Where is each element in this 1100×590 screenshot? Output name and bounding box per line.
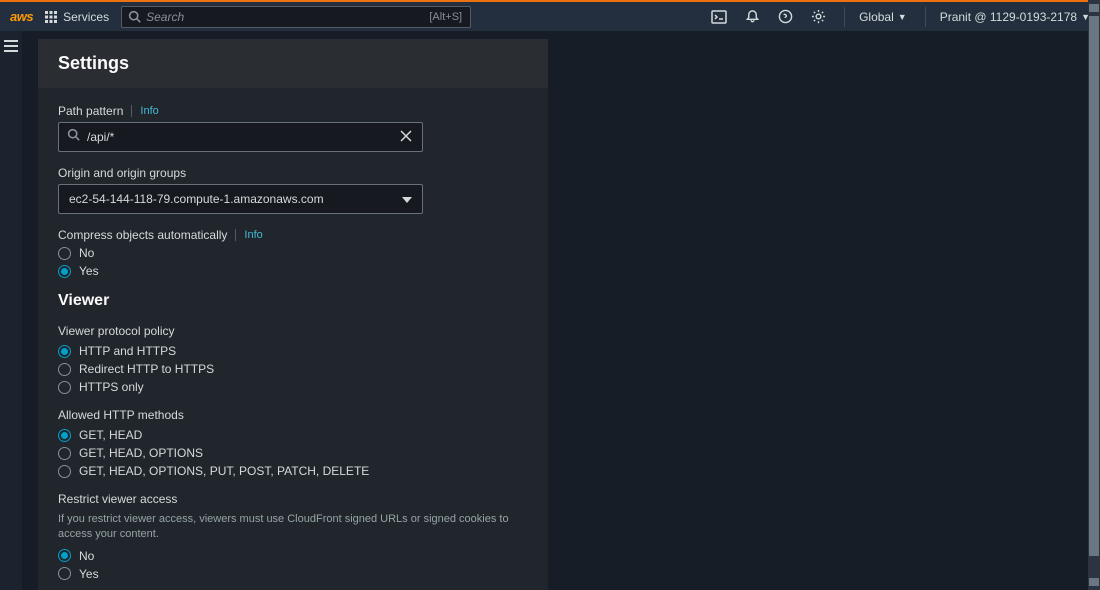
cloudshell-icon[interactable]	[711, 9, 727, 25]
services-label: Services	[63, 10, 109, 24]
methods-all[interactable]: GET, HEAD, OPTIONS, PUT, POST, PATCH, DE…	[58, 464, 528, 478]
scrollbar-arrow-up[interactable]	[1089, 4, 1099, 12]
viewer-protocol-radio-group: HTTP and HTTPS Redirect HTTP to HTTPS HT…	[58, 344, 528, 394]
panel-header: Settings	[38, 39, 548, 88]
hamburger-icon	[4, 39, 18, 590]
caret-down-icon: ▼	[898, 12, 907, 22]
path-pattern-input[interactable]	[59, 123, 390, 151]
scrollbar-arrow-down[interactable]	[1089, 578, 1099, 586]
restrict-yes[interactable]: Yes	[58, 567, 528, 581]
radio-icon	[58, 265, 71, 278]
settings-icon[interactable]	[811, 9, 826, 24]
compress-no[interactable]: No	[58, 246, 528, 260]
search-input[interactable]	[122, 7, 429, 27]
restrict-no[interactable]: No	[58, 549, 528, 563]
account-label: Pranit @ 1129-0193-2178	[940, 10, 1077, 24]
help-icon[interactable]	[778, 9, 793, 24]
services-menu-button[interactable]: Services	[45, 10, 109, 24]
allowed-methods-label: Allowed HTTP methods	[58, 408, 528, 422]
notifications-icon[interactable]	[745, 9, 760, 24]
region-selector[interactable]: Global ▼	[844, 7, 907, 27]
viewer-protocol-label: Viewer protocol policy	[58, 324, 528, 338]
aws-logo[interactable]: aws	[10, 9, 33, 24]
origin-label: Origin and origin groups	[58, 166, 186, 180]
account-selector[interactable]: Pranit @ 1129-0193-2178 ▼	[925, 7, 1090, 27]
radio-icon	[58, 381, 71, 394]
radio-icon	[58, 447, 71, 460]
radio-label: GET, HEAD, OPTIONS, PUT, POST, PATCH, DE…	[79, 464, 369, 478]
radio-label: HTTPS only	[79, 380, 144, 394]
restrict-access-label: Restrict viewer access	[58, 492, 528, 506]
settings-panel: Settings Path pattern Info Origin and or…	[38, 39, 548, 590]
radio-icon	[58, 247, 71, 260]
top-nav-bar: aws Services [Alt+S] Global ▼ Pran	[0, 0, 1100, 31]
browser-scrollbar[interactable]	[1088, 0, 1100, 590]
global-search[interactable]: [Alt+S]	[121, 6, 471, 28]
radio-icon	[58, 567, 71, 580]
compress-label: Compress objects automatically	[58, 228, 227, 242]
radio-label: Yes	[79, 264, 99, 278]
path-pattern-label: Path pattern	[58, 104, 123, 118]
viewer-heading: Viewer	[58, 292, 528, 310]
allowed-methods-radio-group: GET, HEAD GET, HEAD, OPTIONS GET, HEAD, …	[58, 428, 528, 478]
sidebar-toggle[interactable]	[0, 31, 22, 590]
protocol-both[interactable]: HTTP and HTTPS	[58, 344, 528, 358]
radio-label: GET, HEAD	[79, 428, 142, 442]
search-icon	[67, 128, 80, 146]
radio-label: HTTP and HTTPS	[79, 344, 176, 358]
radio-icon	[58, 465, 71, 478]
grid-icon	[45, 11, 57, 23]
radio-label: Yes	[79, 567, 99, 581]
scrollbar-thumb[interactable]	[1089, 16, 1099, 556]
radio-icon	[58, 363, 71, 376]
radio-icon	[58, 345, 71, 358]
radio-label: No	[79, 549, 94, 563]
radio-label: Redirect HTTP to HTTPS	[79, 362, 214, 376]
panel-title: Settings	[58, 53, 528, 74]
methods-gho[interactable]: GET, HEAD, OPTIONS	[58, 446, 528, 460]
search-icon	[128, 10, 141, 26]
path-pattern-info-link[interactable]: Info	[131, 105, 158, 117]
radio-label: No	[79, 246, 94, 260]
radio-icon	[58, 429, 71, 442]
origin-selected-value: ec2-54-144-118-79.compute-1.amazonaws.co…	[69, 192, 324, 206]
radio-label: GET, HEAD, OPTIONS	[79, 446, 203, 460]
restrict-access-radio-group: No Yes	[58, 549, 528, 581]
restrict-access-help: If you restrict viewer access, viewers m…	[58, 512, 528, 543]
compress-info-link[interactable]: Info	[235, 229, 262, 241]
compress-yes[interactable]: Yes	[58, 264, 528, 278]
origin-select[interactable]: ec2-54-144-118-79.compute-1.amazonaws.co…	[58, 184, 423, 214]
methods-gh[interactable]: GET, HEAD	[58, 428, 528, 442]
compress-radio-group: No Yes	[58, 246, 528, 278]
path-pattern-input-wrap[interactable]	[58, 122, 423, 152]
main-content: Settings Path pattern Info Origin and or…	[30, 31, 1090, 590]
caret-down-icon	[402, 192, 412, 206]
clear-input-button[interactable]	[390, 129, 422, 145]
protocol-https-only[interactable]: HTTPS only	[58, 380, 528, 394]
radio-icon	[58, 549, 71, 562]
search-shortcut-hint: [Alt+S]	[429, 11, 470, 23]
protocol-redirect[interactable]: Redirect HTTP to HTTPS	[58, 362, 528, 376]
region-label: Global	[859, 10, 894, 24]
